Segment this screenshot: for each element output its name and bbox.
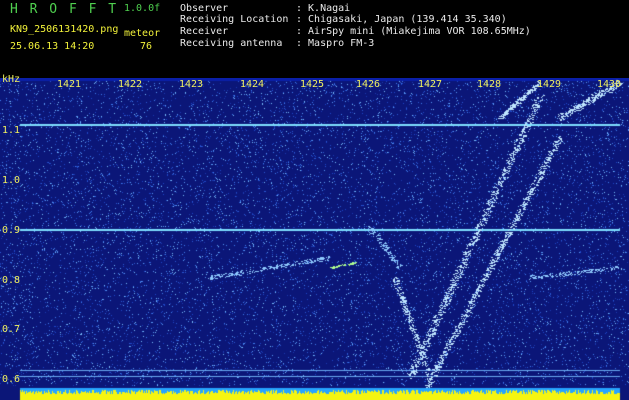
info-location-label: Receiving Location: [180, 14, 289, 25]
y-tick-1-0: 1.0: [2, 175, 21, 186]
info-antenna-value: : Maspro FM-3: [296, 38, 375, 49]
x-tick-1422: 1422: [118, 79, 143, 90]
datetime-label: 25.06.13 14:20: [10, 41, 95, 52]
filename-label: KN9_2506131420.png: [10, 24, 119, 35]
y-tick-0-9: 0.9: [2, 225, 21, 236]
count-label: 76: [140, 41, 153, 52]
info-antenna-label: Receiving antenna: [180, 38, 283, 49]
info-location-value: : Chigasaki, Japan (139.414 35.340): [296, 14, 507, 25]
info-observer-label: Observer: [180, 3, 229, 14]
y-tick-1-1: 1.1: [2, 125, 21, 136]
x-tick-1430: 1430: [597, 79, 622, 90]
y-axis-unit: kHz: [2, 74, 21, 85]
spectrogram-canvas: [0, 78, 629, 400]
x-tick-1426: 1426: [356, 79, 381, 90]
x-tick-1425: 1425: [300, 79, 325, 90]
x-tick-1421: 1421: [57, 79, 82, 90]
info-receiver-label: Receiver: [180, 26, 229, 37]
app-title: H R O F F T: [10, 2, 119, 17]
version-label: 1.0.0f: [124, 3, 161, 14]
x-tick-1423: 1423: [179, 79, 204, 90]
x-tick-1429: 1429: [537, 79, 562, 90]
x-tick-1428: 1428: [477, 79, 502, 90]
x-tick-1427: 1427: [418, 79, 443, 90]
y-tick-0-6: 0.6: [2, 374, 21, 385]
y-tick-0-7: 0.7: [2, 324, 21, 335]
header-panel: H R O F F T 1.0.0f KN9_2506131420.png me…: [0, 0, 629, 78]
info-receiver-value: : AirSpy mini (Miakejima VOR 108.65MHz): [296, 26, 531, 37]
y-tick-0-8: 0.8: [2, 275, 21, 286]
x-tick-1424: 1424: [240, 79, 265, 90]
mode-label: meteor: [124, 28, 161, 39]
info-observer-value: : K.Nagai: [296, 3, 351, 14]
